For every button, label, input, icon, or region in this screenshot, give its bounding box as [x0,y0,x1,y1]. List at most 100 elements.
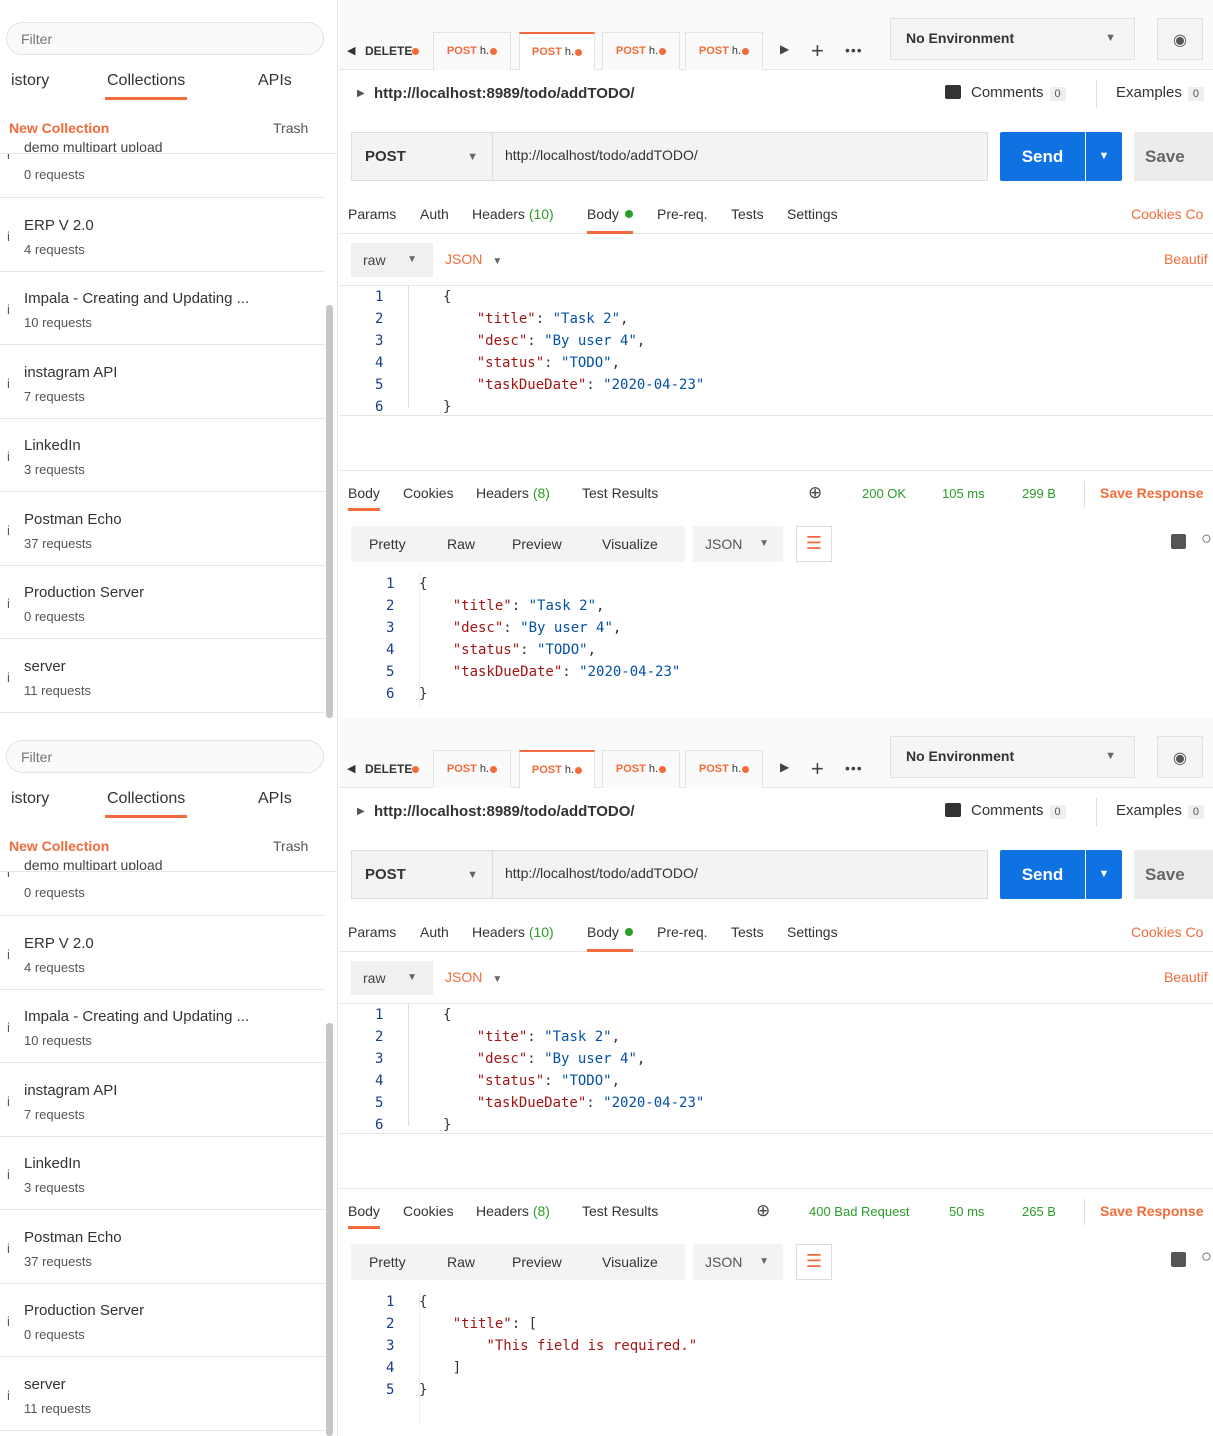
wrap-lines-icon[interactable]: ☰ [796,1244,832,1280]
tab-collections[interactable]: Collections [105,72,188,100]
tab-prereq[interactable]: Pre-req. [657,924,708,940]
response-tab-headers[interactable]: Headers (8) [476,485,550,501]
filter-input[interactable] [6,740,324,773]
copy-icon[interactable] [1171,1252,1186,1267]
collection-item[interactable]: i server 11 requests [0,640,325,713]
request-tab[interactable]: POST h. [519,32,595,70]
tab-scroll-left-icon[interactable]: ◀ [347,44,355,57]
save-button[interactable]: Save [1134,132,1213,181]
response-format-select[interactable]: JSON ▼ [693,1244,783,1280]
copy-icon[interactable] [1171,534,1186,549]
tab-params[interactable]: Params [348,206,396,222]
request-tab[interactable]: POST h. [685,750,763,788]
request-tab[interactable]: POST h. [602,750,680,788]
collection-item[interactable]: i Production Server 0 requests [0,566,325,639]
collection-item[interactable]: i server 11 requests [0,1358,325,1431]
collection-info-icon[interactable]: i [7,1094,10,1109]
send-options-chevron-icon[interactable]: ▼ [1086,132,1122,181]
collection-info-icon[interactable]: i [7,596,10,611]
response-tab-cookies[interactable]: Cookies [403,485,454,501]
save-response-button[interactable]: Save Response [1100,1203,1204,1219]
more-options-icon[interactable]: ••• [845,760,863,776]
sidebar-scrollbar[interactable] [326,1023,333,1436]
eye-icon[interactable]: ◉ [1157,736,1203,778]
body-format-select[interactable]: JSON ▼ [445,969,502,985]
collection-item[interactable]: i Postman Echo 37 requests [0,1211,325,1284]
view-raw[interactable]: Raw [447,536,475,552]
collection-info-icon[interactable]: i [7,947,10,962]
response-tab-body[interactable]: Body [348,1203,380,1229]
tab-auth[interactable]: Auth [420,206,449,222]
tab-scroll-right-icon[interactable]: ▶ [780,42,789,56]
response-tab-cookies[interactable]: Cookies [403,1203,454,1219]
tab-prereq[interactable]: Pre-req. [657,206,708,222]
request-body-editor[interactable]: 1 {2 "tite": "Task 2", 3 "desc": "By user … [339,1004,1213,1134]
more-options-icon[interactable]: ••• [845,42,863,58]
body-format-select[interactable]: JSON ▼ [445,251,502,267]
new-tab-plus-icon[interactable]: + [811,38,824,64]
collection-info-icon[interactable]: i [7,1241,10,1256]
wrap-lines-icon[interactable]: ☰ [796,526,832,562]
tab-history[interactable]: istory [9,72,51,90]
tab-collections[interactable]: Collections [105,790,188,818]
collection-item[interactable]: i Postman Echo 37 requests [0,493,325,566]
method-select[interactable]: POST ▼ [351,850,493,899]
collection-info-icon[interactable]: i [7,449,10,464]
collection-info-icon[interactable]: i [7,229,10,244]
tab-auth[interactable]: Auth [420,924,449,940]
view-pretty[interactable]: Pretty [369,1254,406,1270]
tab-scroll-left-icon[interactable]: ◀ [347,762,355,775]
cookies-link[interactable]: Cookies Co [1131,924,1203,940]
send-button[interactable]: Send [1000,850,1085,899]
request-tab[interactable]: POST h. [433,750,511,788]
response-tab-test-results[interactable]: Test Results [582,485,658,501]
collection-info-icon[interactable]: i [7,1314,10,1329]
tab-delete-request[interactable]: DELETE [365,44,420,58]
tab-settings[interactable]: Settings [787,924,838,940]
caret-right-icon[interactable]: ▶ [357,88,365,99]
environment-select[interactable]: No Environment ▼ [890,18,1135,60]
collection-info-icon[interactable]: i [7,1020,10,1035]
body-mode-select[interactable]: raw ▼ [351,243,433,277]
new-tab-plus-icon[interactable]: + [811,756,824,782]
eye-icon[interactable]: ◉ [1157,18,1203,60]
sidebar-scrollbar[interactable] [326,305,333,718]
collection-info-icon[interactable]: i [7,670,10,685]
url-input[interactable]: http://localhost/todo/addTODO/ [493,850,988,899]
examples-button[interactable]: Examples 0 [1116,802,1204,819]
beautify-link[interactable]: Beautif [1164,969,1208,985]
search-icon[interactable]: ○ [1201,528,1212,549]
collection-item[interactable]: i LinkedIn 3 requests [0,419,325,492]
environment-select[interactable]: No Environment ▼ [890,736,1135,778]
new-collection-button[interactable]: New Collection [9,838,109,854]
collection-info-icon[interactable]: i [7,872,10,880]
collection-item[interactable]: i ERP V 2.0 4 requests [0,917,325,990]
view-preview[interactable]: Preview [512,536,562,552]
beautify-link[interactable]: Beautif [1164,251,1208,267]
request-tab[interactable]: POST h. [433,32,511,70]
comments-button[interactable]: Comments 0 [945,84,1066,101]
trash-button[interactable]: Trash [273,838,308,854]
collection-item[interactable]: i instagram API 7 requests [0,346,325,419]
tab-apis[interactable]: APIs [256,790,294,808]
collection-info-icon[interactable]: i [7,302,10,317]
response-tab-test-results[interactable]: Test Results [582,1203,658,1219]
collection-item[interactable]: i ERP V 2.0 4 requests [0,199,325,272]
caret-right-icon[interactable]: ▶ [357,806,365,817]
tab-delete-request[interactable]: DELETE [365,762,420,776]
tab-headers[interactable]: Headers (10) [472,924,554,940]
collection-item[interactable]: i Production Server 0 requests [0,1284,325,1357]
collection-item[interactable]: i LinkedIn 3 requests [0,1137,325,1210]
trash-button[interactable]: Trash [273,120,308,136]
collection-info-icon[interactable]: i [7,523,10,538]
tab-body[interactable]: Body [587,924,633,952]
response-format-select[interactable]: JSON ▼ [693,526,783,562]
view-raw[interactable]: Raw [447,1254,475,1270]
tab-params[interactable]: Params [348,924,396,940]
globe-icon[interactable]: ⊕ [808,483,822,503]
request-tab[interactable]: POST h. [519,750,595,788]
filter-input[interactable] [6,22,324,55]
request-body-editor[interactable]: 1 {2 "title": "Task 2", 3 "desc": "By user… [339,286,1213,416]
method-select[interactable]: POST ▼ [351,132,493,181]
collection-item[interactable]: i Impala - Creating and Updating ... 10 re… [0,272,325,345]
